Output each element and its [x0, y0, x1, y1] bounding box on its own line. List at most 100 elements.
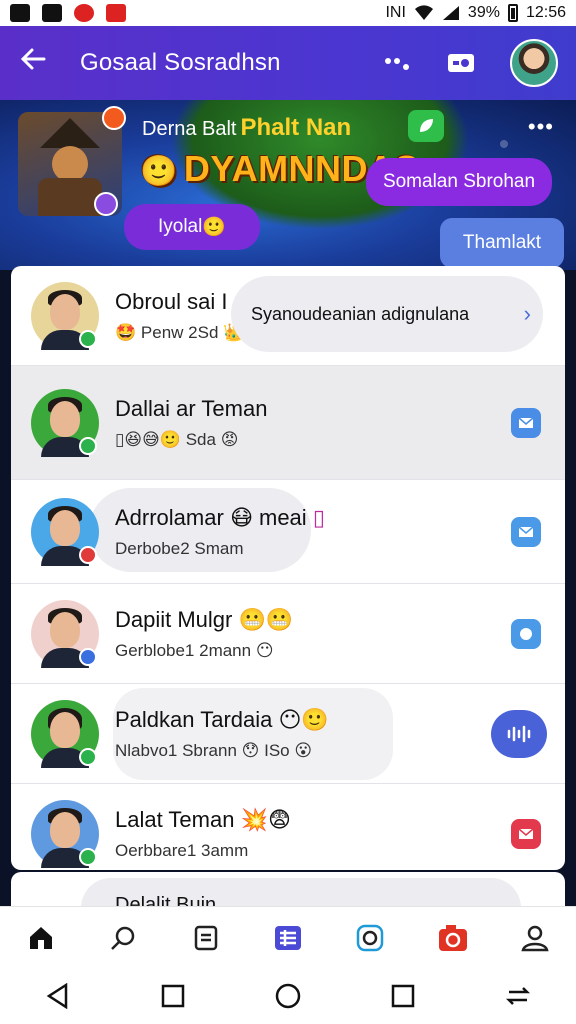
nav-grid[interactable] — [268, 918, 308, 958]
battery-percent: 39% — [467, 4, 500, 21]
chat-name: Dapiit Mulgr 😬😬 — [115, 606, 294, 632]
banner-bubble-right[interactable]: Somalan Sbrohan — [366, 158, 552, 206]
triangle-back-icon — [46, 983, 67, 1009]
profile-avatar[interactable] — [510, 39, 558, 87]
nav-profile[interactable] — [515, 918, 555, 958]
grid-icon — [274, 925, 301, 950]
search-icon — [111, 926, 135, 950]
sys-rotate-button[interactable] — [498, 976, 538, 1016]
leaf-icon — [420, 119, 433, 132]
chat-preview: Derbobe2 Smam — [115, 538, 244, 558]
instagram-icon — [357, 924, 384, 951]
chat-preview: ▯😆😅🙂 Sda 😡 — [115, 429, 239, 449]
chat-preview: 🤩 Penw 2Sd 👑 — [115, 322, 245, 342]
online-status-icon — [79, 329, 97, 348]
page-title: Gosaal Sosradhsn — [80, 49, 281, 76]
avatar — [31, 599, 99, 668]
voice-message-button[interactable] — [491, 709, 547, 758]
avatar — [31, 800, 99, 868]
game-notif-icon — [74, 4, 94, 22]
chat-icon — [520, 627, 532, 640]
chat-app-button[interactable] — [408, 110, 444, 142]
status-bar: INI 39% 12:56 — [0, 0, 576, 26]
banner-bubble-left[interactable]: Iyolal 🙂 — [124, 204, 260, 250]
wifi-icon — [414, 5, 433, 21]
online-status-icon — [79, 848, 97, 866]
waveform-icon — [507, 725, 531, 742]
bottom-nav — [0, 906, 576, 968]
chat-name: Obroul sai I — [115, 288, 228, 314]
avatar — [31, 497, 99, 566]
nav-instagram[interactable] — [350, 918, 390, 958]
envelope-icon — [518, 828, 534, 839]
message-action-button[interactable] — [511, 516, 541, 547]
message-bubble[interactable]: Syanoudeanian adignulana › — [231, 276, 543, 352]
media-button[interactable] — [446, 48, 476, 78]
chat-list: Obroul sai I 🤩 Penw 2Sd 👑 Syanoudeanian … — [11, 266, 565, 870]
sys-recents-button[interactable] — [153, 976, 193, 1016]
verified-badge-icon — [94, 192, 118, 216]
smile-emoji: 🙂 — [140, 155, 178, 188]
signal-icon — [442, 6, 459, 20]
document-icon — [194, 925, 217, 950]
profile-icon — [521, 925, 549, 951]
nav-home[interactable] — [21, 918, 61, 958]
chat-row[interactable]: Obroul sai I 🤩 Penw 2Sd 👑 Syanoudeanian … — [11, 266, 565, 366]
home-icon — [30, 926, 53, 949]
message-action-button[interactable] — [511, 819, 541, 849]
arrow-left-icon — [20, 48, 46, 70]
chat-row[interactable]: Adrrolamar 😷 meai ▯ Derbobe2 Smam — [11, 480, 565, 584]
message-action-button[interactable] — [511, 618, 541, 649]
avatar — [31, 388, 99, 457]
chat-name: Dallai ar Teman — [115, 395, 268, 421]
youtube-icon — [106, 4, 126, 22]
battery-icon — [507, 4, 518, 22]
envelope-icon — [518, 416, 534, 428]
share-button[interactable] — [382, 48, 412, 78]
message-action-button[interactable] — [511, 407, 541, 438]
game-banner[interactable]: Derna Balt Phalt Nan 🙂 DYAMNNDAS ••• Somal… — [0, 100, 576, 270]
status-dot-icon — [79, 545, 97, 564]
sys-overview-button[interactable] — [383, 976, 423, 1016]
nav-search[interactable] — [103, 918, 143, 958]
clock: 12:56 — [525, 4, 566, 21]
pen-icon — [42, 4, 62, 22]
share-icon — [385, 58, 409, 70]
nav-camera[interactable] — [433, 918, 473, 958]
system-navigation — [0, 968, 576, 1024]
chevron-right-icon[interactable]: › — [524, 301, 531, 327]
avatar — [31, 699, 99, 768]
nav-documents[interactable] — [186, 918, 226, 958]
network-label: INI — [385, 4, 406, 21]
chat-preview: Oerbbare1 3amm — [115, 841, 249, 860]
camera-icon — [438, 924, 467, 951]
status-dot-icon — [79, 647, 97, 666]
sys-back-button[interactable] — [38, 976, 78, 1016]
chat-row[interactable]: Lalat Teman 💥😨 Oerbbare1 3amm — [11, 784, 565, 870]
sys-home-button[interactable] — [268, 976, 308, 1016]
chat-row[interactable]: Dapiit Mulgr 😬😬 Gerblobe1 2mann 😶 — [11, 584, 565, 684]
chat-name: Paldkan Tardaia 😶🙂 — [115, 706, 329, 732]
square-icon — [161, 984, 185, 1008]
media-icon — [448, 54, 474, 72]
avatar — [31, 281, 99, 350]
online-status-icon — [79, 747, 97, 766]
more-options-button[interactable]: ••• — [528, 114, 554, 140]
banner-bubble-small[interactable]: Thamlakt — [440, 218, 564, 268]
chat-row[interactable]: Dallai ar Teman ▯😆😅🙂 Sda 😡 — [11, 366, 565, 480]
banner-subtitle: Derna Balt Phalt Nan — [142, 114, 352, 141]
square-icon — [391, 984, 415, 1008]
online-status-icon — [79, 436, 97, 455]
chat-name: Adrrolamar 😷 meai ▯ — [115, 504, 325, 530]
chat-preview: Nlabvo1 Sbrann 😯 ISo 😮 — [115, 740, 313, 760]
app-header: Gosaal Sosradhsn — [0, 26, 576, 100]
notification-badge-icon — [102, 106, 126, 130]
chat-name: Lalat Teman 💥😨 — [115, 807, 291, 832]
chat-preview: Gerblobe1 2mann 😶 — [115, 640, 274, 660]
circle-home-icon — [275, 983, 301, 1009]
gallery-icon — [10, 4, 30, 22]
back-button[interactable] — [18, 44, 54, 82]
chat-row[interactable]: Paldkan Tardaia 😶🙂 Nlabvo1 Sbrann 😯 ISo … — [11, 684, 565, 784]
rotate-icon — [506, 987, 531, 1005]
envelope-icon — [518, 525, 534, 537]
